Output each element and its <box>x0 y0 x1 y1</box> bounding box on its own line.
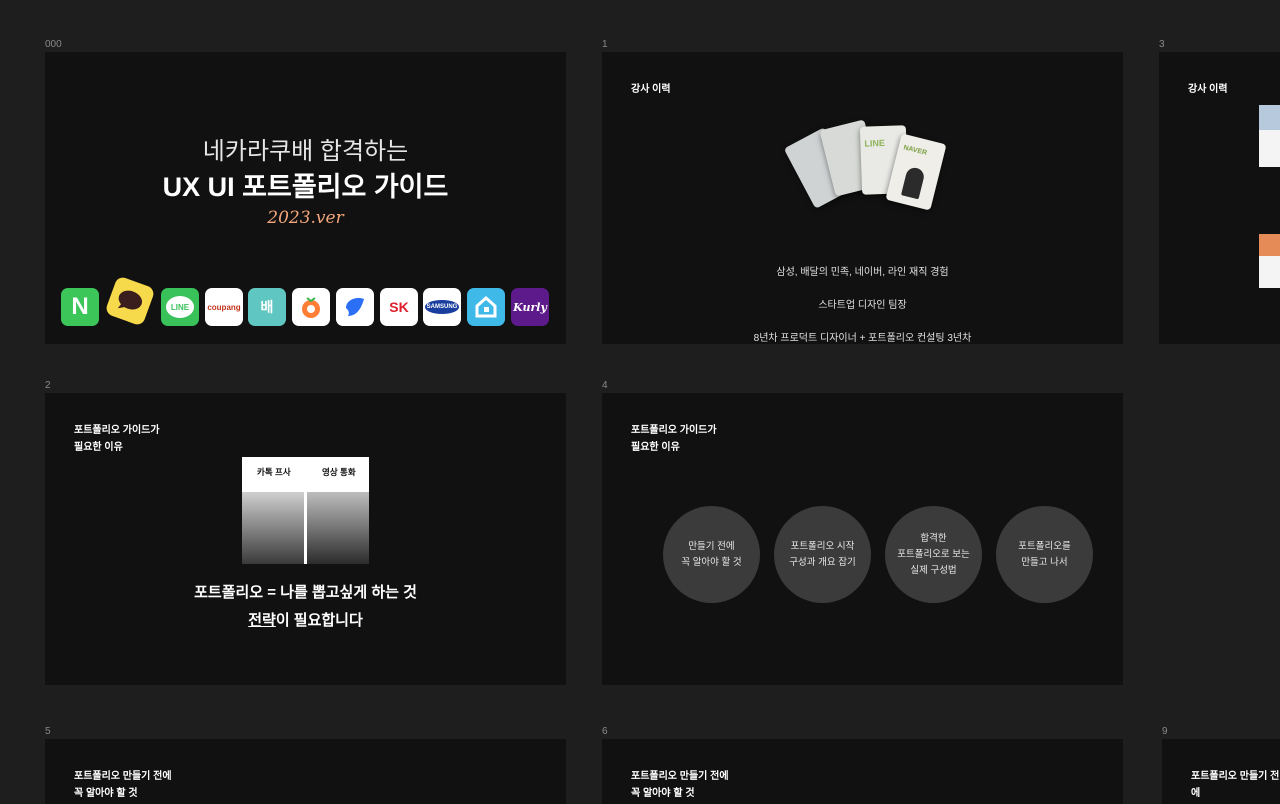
sk-logo-icon: SK <box>380 288 418 326</box>
strategy-line: 전략이 필요합니다 <box>45 609 566 630</box>
daangn-logo-icon <box>292 288 330 326</box>
history-line: 스타트업 디자인 팀장 <box>818 299 907 311</box>
video-call-photo <box>307 492 369 564</box>
document-thumbnail <box>1259 105 1280 167</box>
slide-title: 강사 이력 <box>1188 84 1228 95</box>
strategy-rest: 이 필요합니다 <box>275 612 363 629</box>
topic-circle: 포트폴리오 시작 구성과 개요 잡기 <box>774 506 871 603</box>
frame-label-2[interactable]: 2 <box>45 380 51 391</box>
thumbnail-header <box>1259 234 1280 256</box>
slide-title: 강사 이력 <box>631 84 671 95</box>
topic-circle: 만들기 전에 꼭 알아야 할 것 <box>663 506 760 603</box>
frame-label-5[interactable]: 5 <box>45 726 51 737</box>
cover-title: UX UI 포트폴리오 가이드 <box>162 172 449 202</box>
frame-label-9[interactable]: 9 <box>1162 726 1168 737</box>
naver-card-label: NAVER <box>902 144 928 157</box>
kakaotalk-logo-icon <box>104 275 156 327</box>
slide-before-making[interactable]: 포트폴리오 만들기 전에 꼭 알아야 할 것 <box>45 739 566 804</box>
slide-instructor-history[interactable]: 강사 이력 LINE NAVER 삼성, 배달의 민족, 네이버, 라인 재직 … <box>602 52 1123 344</box>
carrot-icon <box>302 297 320 318</box>
slide-title: 포트폴리오 만들기 전에 꼭 알아야 할 것 <box>74 771 172 799</box>
frame-label-3[interactable]: 3 <box>1159 39 1165 50</box>
slide-instructor-history-2[interactable]: 강사 이력 <box>1159 52 1280 344</box>
kurly-logo-icon: Kurly <box>511 288 549 326</box>
ohouse-logo-icon <box>467 288 505 326</box>
topic-circle: 포트폴리오를 만들고 나서 <box>996 506 1093 603</box>
house-icon <box>475 295 497 318</box>
line-logo-text: LINE <box>166 296 194 318</box>
naver-logo-icon: N <box>61 288 99 326</box>
line-card-label: LINE <box>864 137 886 149</box>
slide-title: 포트폴리오 만들기 전에 꼭 알아야 할 것 <box>1191 771 1280 799</box>
slide-guide-overview[interactable]: 포트폴리오 가이드가 필요한 이유 만들기 전에 꼭 알아야 할 것 포트폴리오… <box>602 393 1123 685</box>
strategy-word: 전략 <box>248 612 276 629</box>
app-logo-row: N LINE coupang 배 SK SAMSUNG Kurly <box>61 275 551 327</box>
profile-photo <box>242 492 304 564</box>
toss-shape-icon <box>346 298 364 316</box>
slide-cover[interactable]: 네카라쿠배 합격하는 UX UI 포트폴리오 가이드 2023.ver N LI… <box>45 52 566 344</box>
right-header: 영상 통화 <box>322 467 356 477</box>
frame-label-4[interactable]: 4 <box>602 380 608 391</box>
slide-before-making[interactable]: 포트폴리오 만들기 전에 꼭 알아야 할 것 <box>1162 739 1280 804</box>
cover-version: 2023.ver <box>267 208 344 228</box>
line-logo-icon: LINE <box>161 288 199 326</box>
topic-circle: 합격한 포트폴리오로 보는 실제 구성법 <box>885 506 982 603</box>
history-lines: 삼성, 배달의 민족, 네이버, 라인 재직 경험 스타트업 디자인 팀장 8년… <box>602 248 1123 344</box>
slide-before-making[interactable]: 포트폴리오 만들기 전에 꼭 알아야 할 것 <box>602 739 1123 804</box>
history-line: 삼성, 배달의 민족, 네이버, 라인 재직 경험 <box>776 266 949 278</box>
chat-bubble-icon <box>117 290 143 310</box>
slide-title: 포트폴리오 만들기 전에 꼭 알아야 할 것 <box>631 771 729 799</box>
slide-why-guide[interactable]: 포트폴리오 가이드가 필요한 이유 카톡 프사 영상 통화 포트폴리오 = 나를… <box>45 393 566 685</box>
coupang-logo-icon: coupang <box>205 288 243 326</box>
document-thumbnail <box>1259 234 1280 288</box>
frame-label-6[interactable]: 6 <box>602 726 608 737</box>
employee-cards-illustration: LINE NAVER <box>783 119 947 232</box>
statement: 포트폴리오 = 나를 뽑고싶게 하는 것 <box>194 584 417 601</box>
slide-title: 포트폴리오 가이드가 필요한 이유 <box>631 425 717 453</box>
slide-title: 포트폴리오 가이드가 필요한 이유 <box>74 425 160 453</box>
profile-photo <box>900 165 926 200</box>
frame-label-1[interactable]: 1 <box>602 39 608 50</box>
samsung-logo-text: SAMSUNG <box>424 300 460 314</box>
cover-subtitle: 네카라쿠배 합격하는 <box>202 138 409 165</box>
toss-logo-icon <box>336 288 374 326</box>
baemin-logo-icon: 배 <box>248 288 286 326</box>
thumbnail-header <box>1259 105 1280 130</box>
frame-label-000[interactable]: 000 <box>45 39 62 50</box>
history-line: 8년차 프로덕트 디자이너 + 포트폴리오 컨설팅 3년차 <box>753 332 972 344</box>
left-header: 카톡 프사 <box>257 467 291 477</box>
photo-comparison: 카톡 프사 영상 통화 <box>242 457 369 564</box>
samsung-logo-icon: SAMSUNG <box>423 288 461 326</box>
